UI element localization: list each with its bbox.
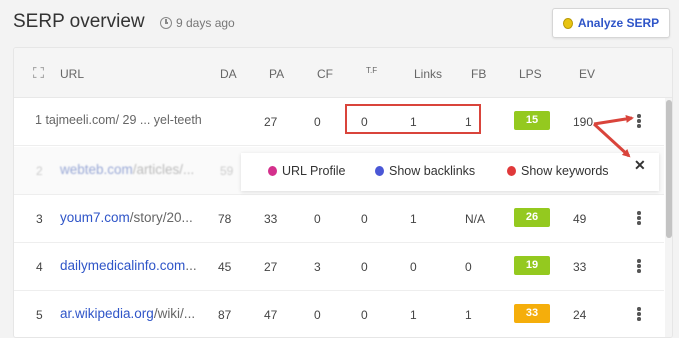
table-row: 1 tajmeeli.com/ 29 ... yel-teeth 27 0 0 … [14,98,664,146]
url-profile-button[interactable]: URL Profile [268,164,345,178]
pink-dot-icon [268,166,277,176]
cell-fb: 0 [465,260,472,274]
cell-cf: 0 [314,212,321,226]
highlight-box [345,104,481,134]
col-da[interactable]: DA [220,67,237,81]
vertical-scrollbar[interactable] [665,98,672,337]
close-icon[interactable]: ✕ [634,157,646,174]
coin-icon [562,17,573,29]
cell-ev: 33 [573,260,587,274]
cell-links: 0 [410,260,417,274]
clock-icon [160,17,172,29]
cell-ev: 24 [573,308,587,322]
col-links[interactable]: Links [414,67,442,81]
cell-cf: 0 [314,115,321,129]
col-ev[interactable]: EV [579,67,595,81]
cell-pa: 47 [264,308,278,322]
show-keywords-button[interactable]: Show keywords [507,164,609,178]
col-pa[interactable]: PA [269,67,284,81]
row-url[interactable]: ar.wikipedia.org/wiki/... [60,306,195,321]
row-number: 5 [36,308,43,322]
table-row: 4 dailymedicalinfo.com... 45 27 3 0 0 0 … [14,243,664,291]
cell-pa: 27 [264,260,278,274]
table-row-expanded: 2 webteb.com/articles/... 59 URL Profile… [14,147,664,195]
cell-links: 1 [410,308,417,322]
show-backlinks-button[interactable]: Show backlinks [375,164,475,178]
blue-dot-icon [375,166,384,176]
cell-da: 59 [220,164,234,178]
row-url[interactable]: dailymedicalinfo.com... [60,258,197,273]
row-menu-icon[interactable] [637,259,641,273]
cell-tf: 0 [361,308,368,322]
row-menu-icon[interactable] [637,114,641,128]
cell-pa: 27 [264,115,278,129]
row-url[interactable]: 1 tajmeeli.com/ 29 ... yel-teeth [35,113,202,127]
cell-fb: 1 [465,308,472,322]
col-lps[interactable]: LPS [519,67,542,81]
table-row: 3 youm7.com/story/20... 78 33 0 0 1 N/A … [14,195,664,243]
scrollbar-thumb[interactable] [666,100,672,238]
expand-icon[interactable] [32,66,45,79]
table-row: 5 ar.wikipedia.org/wiki/... 87 47 0 0 1 … [14,291,664,337]
col-tf[interactable]: T.F [366,66,377,75]
row-number: 2 [36,164,43,178]
cell-cf: 3 [314,260,321,274]
col-cf[interactable]: CF [317,67,333,81]
cell-links: 1 [410,212,417,226]
row-action-menu: URL Profile Show backlinks Show keywords [241,153,659,191]
cell-fb: N/A [465,212,486,226]
cell-da: 87 [218,308,232,322]
row-menu-icon[interactable] [637,211,641,225]
table-header: URL DA PA CF T.F Links FB LPS EV [14,48,672,98]
row-menu-icon[interactable] [637,307,641,321]
last-updated: 9 days ago [160,16,235,30]
page-title: SERP overview [13,11,145,32]
cell-ev: 49 [573,212,587,226]
serp-table-panel: URL DA PA CF T.F Links FB LPS EV 1 tajme… [13,47,673,338]
cell-tf: 0 [361,212,368,226]
cell-pa: 33 [264,212,278,226]
col-fb[interactable]: FB [471,67,486,81]
header: SERP overview 9 days ago Analyze SERP [0,0,679,46]
row-url[interactable]: youm7.com/story/20... [60,210,193,225]
lps-badge: 33 [514,304,550,323]
row-number: 4 [36,260,43,274]
time-ago-text: 9 days ago [176,16,235,30]
cell-da: 78 [218,212,232,226]
analyze-serp-button[interactable]: Analyze SERP [552,8,670,38]
lps-badge: 26 [514,208,550,227]
lps-badge: 15 [514,111,550,130]
cell-cf: 0 [314,308,321,322]
row-number: 3 [36,212,43,226]
cell-ev: 190 [573,115,594,129]
lps-badge: 19 [514,256,550,275]
cell-tf: 0 [361,260,368,274]
col-url[interactable]: URL [60,67,84,81]
analyze-serp-label: Analyze SERP [577,16,660,30]
red-dot-icon [507,166,516,176]
row-url[interactable]: webteb.com/articles/... [60,162,194,177]
cell-da: 45 [218,260,232,274]
